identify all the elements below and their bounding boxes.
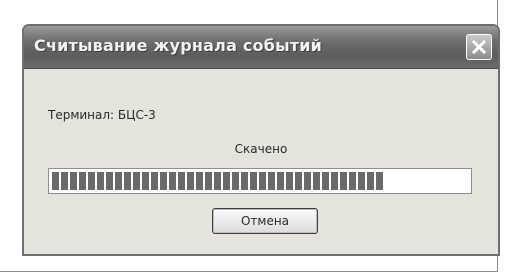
close-button[interactable] (466, 34, 492, 60)
dialog-titlebar[interactable]: Считывание журнала событий (24, 26, 498, 69)
dialog-title: Считывание журнала событий (34, 36, 323, 55)
download-status-label: Скачено (234, 142, 288, 156)
close-icon (472, 40, 486, 54)
event-log-dialog: Считывание журнала событий Терминал: БЦС… (22, 24, 500, 256)
terminal-label: Терминал: БЦС-3 (48, 108, 156, 122)
progress-fill (52, 172, 385, 190)
download-progress-bar (48, 168, 472, 194)
cancel-button[interactable]: Отмена (212, 208, 318, 234)
